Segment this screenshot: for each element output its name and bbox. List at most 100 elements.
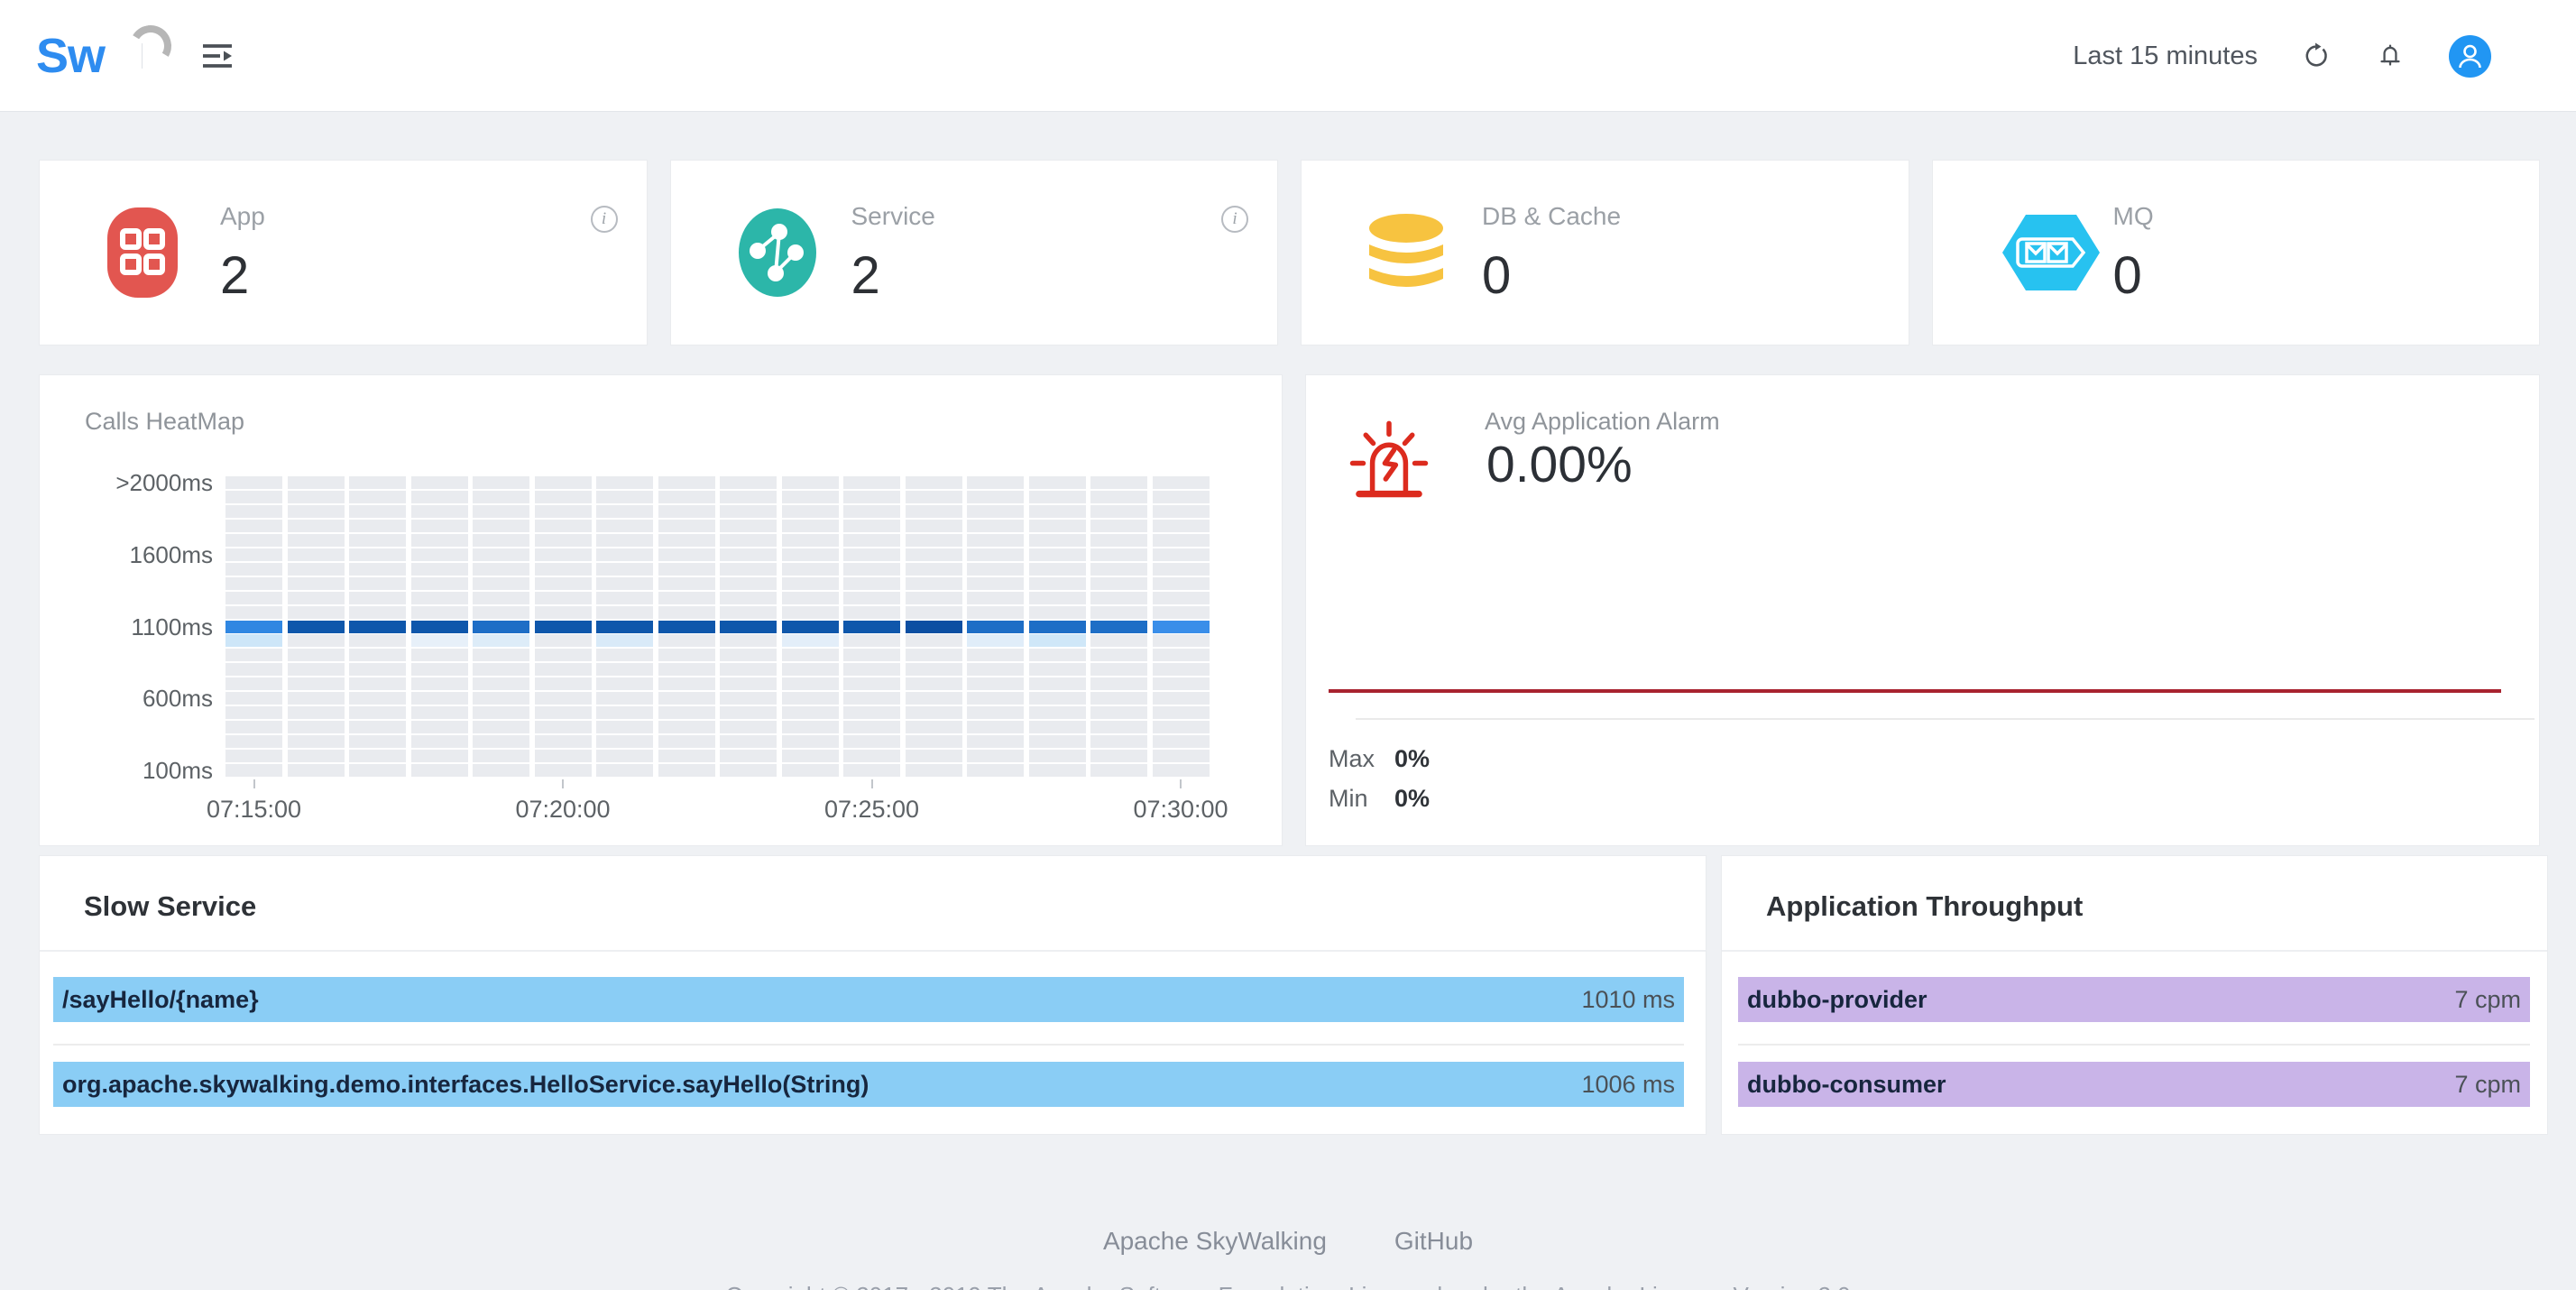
heatmap-y-label: 1600ms (40, 543, 213, 567)
heatmap-cell (967, 534, 1024, 547)
heatmap-cell (473, 663, 529, 676)
heatmap-cell (906, 735, 962, 748)
heatmap-cell (967, 606, 1024, 619)
heatmap-cell (720, 621, 777, 633)
heatmap-cell (658, 534, 715, 547)
alarm-title: Avg Application Alarm (1485, 408, 1720, 436)
heatmap-cell (1090, 764, 1147, 777)
heatmap-cell (473, 677, 529, 690)
heatmap-cell (411, 577, 468, 590)
heatmap-cell (843, 520, 900, 532)
heatmap-cell (843, 634, 900, 647)
heatmap-cell (782, 621, 839, 633)
database-icon (1369, 206, 1470, 299)
throughput-value: 7 cpm (2454, 986, 2521, 1014)
heatmap-cell (782, 592, 839, 604)
heatmap-cell (906, 621, 962, 633)
heatmap-cell (720, 735, 777, 748)
heatmap-cell (349, 735, 406, 748)
heatmap-cell (411, 677, 468, 690)
heatmap-cell (658, 548, 715, 561)
heatmap-x-label: 07:30:00 (1109, 796, 1253, 824)
heatmap-cell (288, 577, 345, 590)
heatmap-cell (288, 534, 345, 547)
heatmap-cell (967, 621, 1024, 633)
info-icon[interactable]: i (591, 206, 618, 233)
heatmap-cell (596, 649, 653, 661)
alarm-min-value: 0% (1394, 785, 1430, 813)
heatmap-cell (843, 491, 900, 503)
heatmap-cell (349, 634, 406, 647)
heatmap-cell (1029, 750, 1086, 762)
heatmap-cell (349, 750, 406, 762)
heatmap-cell (473, 706, 529, 719)
heatmap-cell (658, 692, 715, 705)
heatmap-cell (658, 721, 715, 733)
heatmap-cell (720, 577, 777, 590)
heatmap-cell (411, 491, 468, 503)
heatmap-cell (906, 706, 962, 719)
heatmap-cell (843, 663, 900, 676)
heatmap-cell (720, 649, 777, 661)
app-logo[interactable]: Sw (36, 22, 171, 90)
heatmap-cell (596, 634, 653, 647)
heatmap-cell (782, 534, 839, 547)
heatmap-cell (349, 505, 406, 518)
app-grid-icon (107, 206, 208, 299)
footer-link-apache-skywalking[interactable]: Apache SkyWalking (1103, 1227, 1327, 1256)
heatmap-cell (349, 548, 406, 561)
calls-heatmap-panel: Calls HeatMap >2000ms1600ms1100ms600ms10… (39, 374, 1283, 846)
heatmap-cell (473, 563, 529, 576)
heatmap-cell (782, 476, 839, 489)
heatmap-cell (1029, 621, 1086, 633)
heatmap-cell (225, 735, 282, 748)
heatmap-cell (658, 649, 715, 661)
sidebar-toggle-icon[interactable] (202, 42, 233, 69)
heatmap-cell (782, 520, 839, 532)
alarm-stats: Max 0% Min 0% (1329, 739, 1430, 818)
heatmap-cell (843, 606, 900, 619)
heatmap-cell (596, 505, 653, 518)
heatmap-cell (535, 534, 592, 547)
heatmap-cell (225, 592, 282, 604)
heatmap-cell (288, 606, 345, 619)
heatmap-cell (1153, 592, 1210, 604)
heatmap-cell (288, 663, 345, 676)
heatmap-cell (782, 663, 839, 676)
heatmap-cell (906, 548, 962, 561)
stat-card-label: MQ (2113, 202, 2154, 231)
heatmap-cell (906, 764, 962, 777)
heatmap-cell (1153, 491, 1210, 503)
info-icon[interactable]: i (1221, 206, 1248, 233)
heatmap-cell (658, 634, 715, 647)
heatmap-cell (1090, 577, 1147, 590)
heatmap-cell (411, 764, 468, 777)
heatmap-cell (349, 692, 406, 705)
heatmap-title: Calls HeatMap (85, 408, 244, 436)
heatmap-cell (782, 677, 839, 690)
heatmap-cell (1090, 491, 1147, 503)
heatmap-cell (225, 534, 282, 547)
stat-card-value: 0 (1482, 245, 1621, 306)
heatmap-cell (1090, 649, 1147, 661)
user-avatar[interactable] (2449, 35, 2491, 78)
heatmap-cell (225, 476, 282, 489)
refresh-icon[interactable] (2301, 41, 2332, 71)
heatmap-cell (473, 548, 529, 561)
heatmap-cell (906, 577, 962, 590)
footer-link-github[interactable]: GitHub (1394, 1227, 1473, 1256)
heatmap-cell (1029, 663, 1086, 676)
notifications-bell-icon[interactable] (2375, 41, 2406, 71)
heatmap-cell (411, 520, 468, 532)
heatmap-cell (596, 606, 653, 619)
heatmap-cell (967, 692, 1024, 705)
heatmap-cell (473, 491, 529, 503)
heatmap-cell (843, 721, 900, 733)
heatmap-cell (782, 764, 839, 777)
heatmap-cell (225, 548, 282, 561)
time-range-selector[interactable]: Last 15 minutes (2073, 41, 2258, 71)
heatmap-cell (225, 634, 282, 647)
heatmap-cell (535, 663, 592, 676)
slow-service-value: 1006 ms (1581, 1071, 1675, 1099)
heatmap-cell (720, 606, 777, 619)
